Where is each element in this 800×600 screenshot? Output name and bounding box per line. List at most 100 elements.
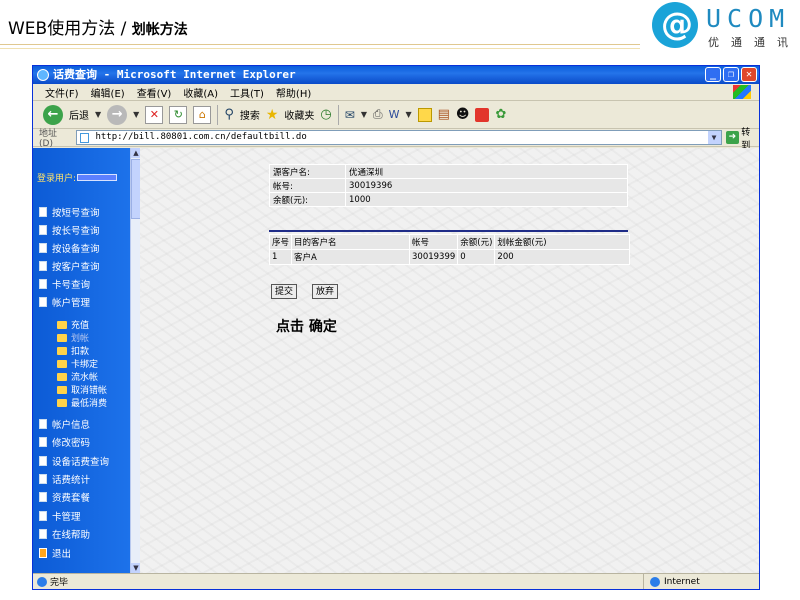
back-arrow-icon[interactable]: ← [43, 104, 63, 125]
sidebar-subitem-label: 卡绑定 [71, 360, 99, 370]
document-icon [39, 419, 47, 429]
sidebar-subitem-label: 最低消费 [71, 399, 108, 409]
search-button-label[interactable]: 搜索 [240, 107, 260, 122]
logout-icon [39, 548, 47, 558]
table-row: 1 客户A 30019399 0 200 [268, 249, 631, 265]
stop-icon[interactable]: ✕ [145, 105, 164, 124]
globe-icon [650, 576, 660, 587]
notes-icon[interactable] [417, 107, 432, 122]
back-dropdown-icon[interactable]: ▼ [95, 110, 101, 119]
sidebar-item-tariff-plans[interactable]: 资费套餐 [39, 490, 90, 504]
sidebar-subitem-card-binding[interactable]: 卡绑定 [57, 357, 98, 370]
sidebar-subitem-deduct[interactable]: 扣款 [57, 344, 89, 357]
document-icon [39, 456, 47, 466]
sidebar-item-device[interactable]: 按设备查询 [39, 241, 100, 255]
sidebar-item-customer[interactable]: 按客户查询 [39, 259, 100, 273]
info-key: 源客户名: [269, 164, 346, 179]
submit-button[interactable]: 提交 [271, 284, 298, 299]
research-icon[interactable]: ▤ [438, 107, 450, 122]
page-icon [80, 133, 90, 143]
mail-icon[interactable]: ✉ [345, 108, 355, 122]
menu-edit[interactable]: 编辑(E) [91, 85, 125, 100]
menu-tools[interactable]: 工具(T) [230, 85, 264, 100]
folder-icon [57, 398, 67, 407]
cancel-button[interactable]: 放弃 [312, 284, 339, 299]
table-cell: 200 [494, 249, 631, 265]
sidebar-subitem-min-spend[interactable]: 最低消费 [57, 396, 107, 409]
menu-file[interactable]: 文件(F) [45, 85, 79, 100]
menu-help[interactable]: 帮助(H) [276, 85, 311, 100]
sidebar-subitem-label: 划帐 [71, 334, 90, 344]
menu-bar: 文件(F) 编辑(E) 查看(V) 收藏(A) 工具(T) 帮助(H) [33, 84, 759, 101]
sidebar-subitem-transfer[interactable]: 划帐 [57, 331, 89, 344]
windows-flag-icon [733, 85, 751, 99]
search-icon[interactable]: ⚲ [224, 107, 234, 122]
info-key: 余额(元): [269, 192, 346, 207]
sidebar-item-online-help[interactable]: 在线帮助 [39, 527, 90, 541]
sidebar-subitem-cancel-error[interactable]: 取消错帐 [57, 383, 107, 396]
info-value: 30019396 [345, 178, 628, 193]
table-cell: 30019399 [409, 249, 459, 265]
minimize-button[interactable]: _ [705, 67, 721, 82]
sidebar-item-long-number[interactable]: 按长号查询 [39, 223, 100, 237]
history-icon[interactable]: ◷ [320, 107, 331, 122]
favorites-button-label[interactable]: 收藏夹 [284, 107, 314, 122]
info-value: 1000 [345, 192, 628, 207]
folder-icon [57, 333, 67, 342]
sidebar-item-card-number[interactable]: 卡号查询 [39, 277, 90, 291]
sidebar-item-account-info[interactable]: 帐户信息 [39, 417, 90, 431]
sidebar-item-charge-stats[interactable]: 话费统计 [39, 472, 90, 486]
edit-dropdown-icon[interactable]: ▼ [405, 110, 411, 119]
sidebar-item-short-number[interactable]: 按短号查询 [39, 205, 100, 219]
sidebar-item-device-charges[interactable]: 设备话费查询 [39, 454, 109, 468]
back-button-label[interactable]: 后退 [69, 107, 89, 122]
title-divider [0, 44, 640, 45]
toolbar-separator [217, 104, 219, 125]
sidebar-subitem-recharge[interactable]: 充值 [57, 318, 89, 331]
document-icon [39, 261, 47, 271]
sidebar-item-account-management[interactable]: 帐户管理 [39, 295, 90, 309]
print-icon[interactable]: ⎙ [373, 107, 383, 122]
menu-favorites[interactable]: 收藏(A) [183, 85, 218, 100]
mail-dropdown-icon[interactable]: ▼ [361, 110, 367, 119]
document-icon [39, 437, 47, 447]
qq-icon[interactable]: ☻ [456, 107, 470, 122]
document-icon [39, 279, 47, 289]
ucom-logo: UCOM 优通通讯 [650, 2, 798, 52]
forward-arrow-icon[interactable]: → [107, 104, 128, 125]
sidebar: 登录用户: 按短号查询 按长号查询 按设备查询 按客户查询 卡号查询 帐户管理 … [33, 148, 130, 573]
forward-dropdown-icon[interactable]: ▼ [133, 110, 139, 119]
info-value: 优通深圳 [345, 164, 628, 179]
status-text: 完毕 [50, 578, 69, 588]
sidebar-scrollbar[interactable]: ▲ ▼ [130, 148, 141, 573]
maximize-button[interactable]: ❐ [723, 67, 739, 82]
window-titlebar[interactable]: 话费查询 - Microsoft Internet Explorer _ ❐ ✕ [33, 66, 759, 84]
login-user-value [77, 174, 118, 181]
window-title: 话费查询 - Microsoft Internet Explorer [53, 68, 296, 81]
folder-icon [57, 320, 67, 329]
sidebar-item-label: 按设备查询 [52, 244, 100, 255]
sidebar-item-card-management[interactable]: 卡管理 [39, 509, 81, 523]
address-input[interactable]: http://bill.80801.com.cn/defaultbill.do … [76, 130, 722, 145]
messenger-icon[interactable]: ✿ [495, 107, 506, 122]
menu-view[interactable]: 查看(V) [137, 85, 172, 100]
document-icon [39, 243, 47, 253]
favorites-star-icon[interactable]: ★ [266, 107, 279, 123]
red-tool-icon[interactable] [475, 107, 490, 122]
folder-icon [57, 359, 67, 368]
edit-icon[interactable]: W [389, 108, 400, 121]
go-button[interactable]: ➜ 转到 [725, 125, 759, 151]
go-button-label: 转到 [741, 127, 751, 151]
title-divider-2 [0, 48, 640, 49]
sidebar-item-logout[interactable]: 退出 [39, 546, 71, 560]
refresh-icon[interactable]: ↻ [169, 105, 188, 124]
home-icon[interactable]: ⌂ [193, 105, 212, 124]
sidebar-item-label: 按客户查询 [52, 262, 100, 273]
sidebar-item-change-password[interactable]: 修改密码 [39, 435, 90, 449]
address-dropdown-icon[interactable]: ▼ [707, 131, 721, 144]
sidebar-item-label: 退出 [52, 549, 72, 560]
sidebar-subitem-ledger[interactable]: 流水帐 [57, 370, 98, 383]
slide-title-main: WEB使用方法 / [8, 19, 132, 39]
status-bar: 完毕 Internet [33, 573, 759, 589]
close-button[interactable]: ✕ [741, 67, 757, 82]
